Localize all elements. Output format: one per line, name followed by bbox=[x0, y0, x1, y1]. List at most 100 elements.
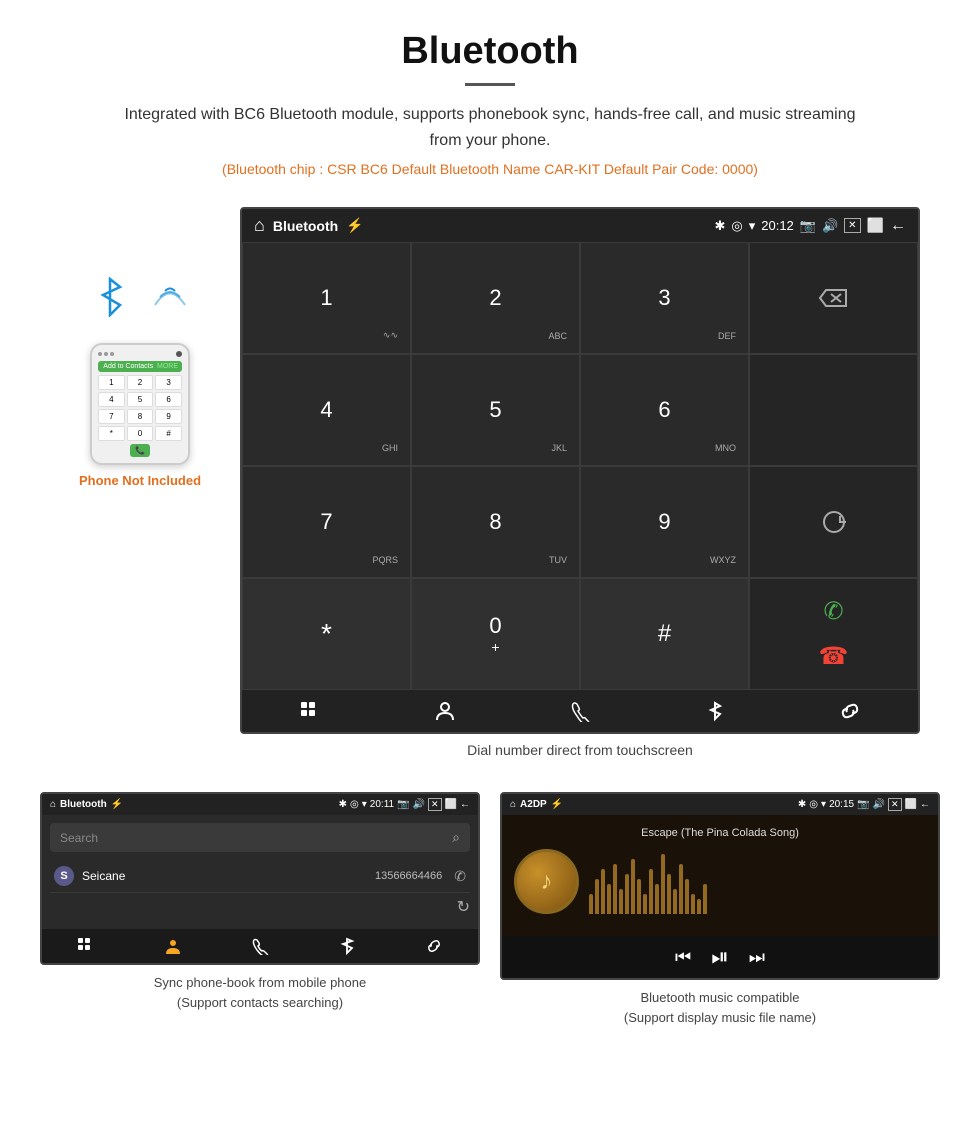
next-track-icon[interactable]: ⏭ bbox=[749, 947, 765, 968]
grid-dots-icon bbox=[299, 700, 321, 722]
phonebook-search-bar[interactable]: Search ⌕ bbox=[50, 823, 470, 852]
statusbar-left: ⌂ Bluetooth ⚡ bbox=[254, 215, 364, 236]
volume-icon[interactable]: 🔊 bbox=[822, 218, 838, 234]
pb-time: 20:11 bbox=[370, 799, 394, 810]
call-green-icon[interactable]: ✆ bbox=[823, 597, 843, 626]
dial-key-redial[interactable] bbox=[749, 466, 918, 578]
pb-win-icon[interactable]: ⬜ bbox=[445, 799, 457, 810]
dial-key-3[interactable]: 3DEF bbox=[580, 242, 749, 354]
page-title: Bluetooth bbox=[20, 30, 960, 73]
redial-icon bbox=[818, 506, 850, 538]
phone-device: Add to Contacts MORE 1 2 3 4 5 6 7 8 9 *… bbox=[90, 343, 190, 465]
contact-name: Seicane bbox=[82, 869, 367, 883]
phone-key-6: 6 bbox=[155, 392, 182, 407]
phonebook-bottom-bar bbox=[42, 929, 478, 963]
contact-row[interactable]: S Seicane 13566664466 ✆ bbox=[50, 860, 470, 893]
dial-key-star[interactable]: * bbox=[242, 578, 411, 690]
pb-cam-icon[interactable]: 📷 bbox=[397, 799, 409, 810]
refresh-contacts-icon[interactable]: ↻ bbox=[457, 897, 470, 917]
song-title: Escape (The Pina Colada Song) bbox=[514, 827, 926, 839]
contact-call-icon[interactable]: ✆ bbox=[454, 868, 466, 885]
prev-track-icon[interactable]: ⏮ bbox=[675, 947, 691, 968]
pb-person-icon[interactable] bbox=[129, 937, 216, 955]
page-description: Integrated with BC6 Bluetooth module, su… bbox=[115, 102, 865, 153]
backspace-icon bbox=[818, 286, 850, 310]
pb-home-icon[interactable]: ⌂ bbox=[50, 799, 56, 810]
dial-key-2[interactable]: 2ABC bbox=[411, 242, 580, 354]
dial-key-0[interactable]: 0+ bbox=[411, 578, 580, 690]
phone-bottom-icon[interactable] bbox=[512, 700, 647, 722]
camera-icon[interactable]: 📷 bbox=[800, 218, 816, 234]
music-note-icon: ♪ bbox=[541, 868, 553, 896]
chain-link-icon bbox=[839, 700, 861, 722]
dial-key-backspace[interactable] bbox=[749, 242, 918, 354]
pb-call-icon[interactable] bbox=[216, 937, 303, 955]
dial-key-8[interactable]: 8TUV bbox=[411, 466, 580, 578]
music-wifi-icon: ▾ bbox=[821, 799, 826, 810]
music-usb-icon: ⚡ bbox=[551, 799, 563, 810]
music-win-icon[interactable]: ⬜ bbox=[905, 799, 917, 810]
music-loc-icon: ◎ bbox=[809, 799, 818, 810]
pb-bluetooth-icon[interactable] bbox=[304, 937, 391, 955]
pb-close-icon[interactable]: ✕ bbox=[428, 798, 442, 811]
phone-key-star: * bbox=[98, 426, 125, 441]
dial-key-7[interactable]: 7PQRS bbox=[242, 466, 411, 578]
contacts-icon[interactable] bbox=[377, 700, 512, 722]
page-specs: (Bluetooth chip : CSR BC6 Default Blueto… bbox=[20, 161, 960, 177]
phonebook-caption: Sync phone-book from mobile phone (Suppo… bbox=[40, 973, 480, 1012]
phonebook-statusbar: ⌂ Bluetooth ⚡ ✱ ◎ ▾ 20:11 📷 🔊 ✕ ⬜ ← bbox=[42, 794, 478, 815]
page-header: Bluetooth Integrated with BC6 Bluetooth … bbox=[0, 0, 980, 187]
dial-key-empty-r2 bbox=[749, 354, 918, 466]
dial-key-4[interactable]: 4GHI bbox=[242, 354, 411, 466]
music-statusbar: ⌂ A2DP ⚡ ✱ ◎ ▾ 20:15 📷 🔊 ✕ ⬜ ← bbox=[502, 794, 938, 815]
pb-vol-icon[interactable]: 🔊 bbox=[413, 799, 425, 810]
phone-key-9: 9 bbox=[155, 409, 182, 424]
phone-key-8: 8 bbox=[127, 409, 154, 424]
music-close-icon[interactable]: ✕ bbox=[888, 798, 902, 811]
music-caption: Bluetooth music compatible (Support disp… bbox=[500, 988, 940, 1027]
phone-key-5: 5 bbox=[127, 392, 154, 407]
dial-key-9[interactable]: 9WXYZ bbox=[580, 466, 749, 578]
phonebook-body: Search ⌕ S Seicane 13566664466 ✆ ↻ bbox=[42, 815, 478, 929]
search-icon[interactable]: ⌕ bbox=[452, 829, 460, 846]
time-display: 20:12 bbox=[761, 218, 794, 233]
pb-wifi-icon: ▾ bbox=[362, 799, 367, 810]
grid-icon[interactable] bbox=[242, 700, 377, 722]
link-icon[interactable] bbox=[783, 700, 918, 722]
play-pause-icon[interactable]: ⏯ bbox=[711, 944, 729, 970]
dial-key-hash[interactable]: # bbox=[580, 578, 749, 690]
contact-number: 13566664466 bbox=[375, 870, 442, 882]
dial-key-1[interactable]: 1∿∿ bbox=[242, 242, 411, 354]
pb-chain-icon bbox=[425, 937, 443, 955]
close-icon[interactable]: ✕ bbox=[844, 218, 860, 233]
back-icon[interactable]: ← bbox=[890, 217, 906, 235]
phonebook-screenshot: ⌂ Bluetooth ⚡ ✱ ◎ ▾ 20:11 📷 🔊 ✕ ⬜ ← bbox=[40, 792, 480, 1027]
windows-icon[interactable]: ⬜ bbox=[867, 217, 884, 234]
dialpad-grid: 1∿∿ 2ABC 3DEF 4GHI 5JKL 6MNO 7PQRS 8 bbox=[242, 242, 918, 690]
album-area: ♪ bbox=[514, 849, 926, 914]
album-art: ♪ bbox=[514, 849, 579, 914]
music-screen-title: A2DP bbox=[520, 799, 547, 810]
person-icon bbox=[434, 700, 456, 722]
music-cam-icon[interactable]: 📷 bbox=[857, 799, 869, 810]
dial-key-6[interactable]: 6MNO bbox=[580, 354, 749, 466]
wifi-waves-icon bbox=[145, 267, 195, 317]
dial-section: Add to Contacts MORE 1 2 3 4 5 6 7 8 9 *… bbox=[0, 187, 980, 782]
pb-phone-icon bbox=[251, 937, 269, 955]
pb-usb-icon: ⚡ bbox=[111, 799, 123, 810]
music-back-icon[interactable]: ← bbox=[920, 799, 930, 810]
pb-grid-icon[interactable] bbox=[42, 937, 129, 955]
call-red-icon[interactable]: ☎ bbox=[819, 642, 849, 671]
title-divider bbox=[465, 83, 515, 86]
pb-screen-title: Bluetooth bbox=[60, 799, 107, 810]
pb-link-icon[interactable] bbox=[391, 937, 478, 955]
music-vol-icon[interactable]: 🔊 bbox=[873, 799, 885, 810]
pb-back-icon[interactable]: ← bbox=[460, 799, 470, 810]
music-home-icon[interactable]: ⌂ bbox=[510, 799, 516, 810]
phone-key-1: 1 bbox=[98, 375, 125, 390]
bluetooth-bottom-icon[interactable] bbox=[648, 700, 783, 722]
dial-key-5[interactable]: 5JKL bbox=[411, 354, 580, 466]
home-icon[interactable]: ⌂ bbox=[254, 215, 265, 236]
pb-grid-dots-icon bbox=[77, 937, 95, 955]
bluetooth-small-icon bbox=[704, 700, 726, 722]
